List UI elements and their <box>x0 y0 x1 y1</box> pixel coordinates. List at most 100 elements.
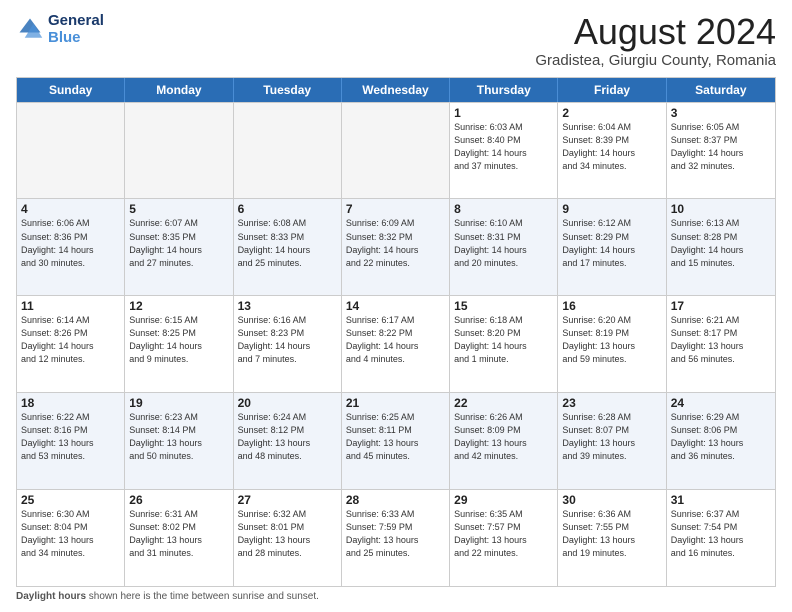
calendar-cell: 16Sunrise: 6:20 AM Sunset: 8:19 PM Dayli… <box>558 296 666 392</box>
day-number: 11 <box>21 299 120 313</box>
day-number: 28 <box>346 493 445 507</box>
logo-text: General Blue <box>48 12 104 47</box>
calendar-header-day: Sunday <box>17 78 125 102</box>
calendar-cell: 22Sunrise: 6:26 AM Sunset: 8:09 PM Dayli… <box>450 393 558 489</box>
day-info: Sunrise: 6:23 AM Sunset: 8:14 PM Dayligh… <box>129 411 228 463</box>
day-info: Sunrise: 6:14 AM Sunset: 8:26 PM Dayligh… <box>21 314 120 366</box>
day-info: Sunrise: 6:32 AM Sunset: 8:01 PM Dayligh… <box>238 508 337 560</box>
calendar-cell: 25Sunrise: 6:30 AM Sunset: 8:04 PM Dayli… <box>17 490 125 586</box>
calendar-cell: 27Sunrise: 6:32 AM Sunset: 8:01 PM Dayli… <box>234 490 342 586</box>
calendar-cell: 30Sunrise: 6:36 AM Sunset: 7:55 PM Dayli… <box>558 490 666 586</box>
day-info: Sunrise: 6:20 AM Sunset: 8:19 PM Dayligh… <box>562 314 661 366</box>
calendar-cell: 31Sunrise: 6:37 AM Sunset: 7:54 PM Dayli… <box>667 490 775 586</box>
day-number: 12 <box>129 299 228 313</box>
calendar-cell: 21Sunrise: 6:25 AM Sunset: 8:11 PM Dayli… <box>342 393 450 489</box>
day-info: Sunrise: 6:29 AM Sunset: 8:06 PM Dayligh… <box>671 411 771 463</box>
day-number: 3 <box>671 106 771 120</box>
day-number: 17 <box>671 299 771 313</box>
day-number: 27 <box>238 493 337 507</box>
day-number: 22 <box>454 396 553 410</box>
day-info: Sunrise: 6:24 AM Sunset: 8:12 PM Dayligh… <box>238 411 337 463</box>
day-info: Sunrise: 6:36 AM Sunset: 7:55 PM Dayligh… <box>562 508 661 560</box>
day-info: Sunrise: 6:05 AM Sunset: 8:37 PM Dayligh… <box>671 121 771 173</box>
day-number: 6 <box>238 202 337 216</box>
calendar-cell: 10Sunrise: 6:13 AM Sunset: 8:28 PM Dayli… <box>667 199 775 295</box>
day-number: 14 <box>346 299 445 313</box>
day-info: Sunrise: 6:31 AM Sunset: 8:02 PM Dayligh… <box>129 508 228 560</box>
day-number: 2 <box>562 106 661 120</box>
day-number: 1 <box>454 106 553 120</box>
calendar-cell: 8Sunrise: 6:10 AM Sunset: 8:31 PM Daylig… <box>450 199 558 295</box>
logo: General Blue <box>16 12 104 47</box>
day-info: Sunrise: 6:13 AM Sunset: 8:28 PM Dayligh… <box>671 217 771 269</box>
calendar: SundayMondayTuesdayWednesdayThursdayFrid… <box>16 77 776 587</box>
calendar-cell: 9Sunrise: 6:12 AM Sunset: 8:29 PM Daylig… <box>558 199 666 295</box>
calendar-cell: 24Sunrise: 6:29 AM Sunset: 8:06 PM Dayli… <box>667 393 775 489</box>
day-info: Sunrise: 6:22 AM Sunset: 8:16 PM Dayligh… <box>21 411 120 463</box>
day-info: Sunrise: 6:16 AM Sunset: 8:23 PM Dayligh… <box>238 314 337 366</box>
calendar-header-day: Wednesday <box>342 78 450 102</box>
day-number: 13 <box>238 299 337 313</box>
day-number: 31 <box>671 493 771 507</box>
calendar-week: 25Sunrise: 6:30 AM Sunset: 8:04 PM Dayli… <box>17 489 775 586</box>
calendar-week: 11Sunrise: 6:14 AM Sunset: 8:26 PM Dayli… <box>17 295 775 392</box>
calendar-header-day: Thursday <box>450 78 558 102</box>
day-info: Sunrise: 6:08 AM Sunset: 8:33 PM Dayligh… <box>238 217 337 269</box>
calendar-header-day: Saturday <box>667 78 775 102</box>
title-block: August 2024 Gradistea, Giurgiu County, R… <box>535 12 776 69</box>
day-info: Sunrise: 6:10 AM Sunset: 8:31 PM Dayligh… <box>454 217 553 269</box>
calendar-header-day: Monday <box>125 78 233 102</box>
day-info: Sunrise: 6:33 AM Sunset: 7:59 PM Dayligh… <box>346 508 445 560</box>
day-info: Sunrise: 6:06 AM Sunset: 8:36 PM Dayligh… <box>21 217 120 269</box>
day-number: 8 <box>454 202 553 216</box>
day-number: 10 <box>671 202 771 216</box>
day-number: 20 <box>238 396 337 410</box>
logo-icon <box>16 15 44 43</box>
day-info: Sunrise: 6:28 AM Sunset: 8:07 PM Dayligh… <box>562 411 661 463</box>
header: General Blue August 2024 Gradistea, Giur… <box>16 12 776 69</box>
day-info: Sunrise: 6:17 AM Sunset: 8:22 PM Dayligh… <box>346 314 445 366</box>
calendar-cell: 2Sunrise: 6:04 AM Sunset: 8:39 PM Daylig… <box>558 103 666 199</box>
logo-line2: Blue <box>48 29 104 46</box>
day-info: Sunrise: 6:30 AM Sunset: 8:04 PM Dayligh… <box>21 508 120 560</box>
day-number: 5 <box>129 202 228 216</box>
day-number: 21 <box>346 396 445 410</box>
day-info: Sunrise: 6:18 AM Sunset: 8:20 PM Dayligh… <box>454 314 553 366</box>
day-number: 4 <box>21 202 120 216</box>
calendar-cell: 23Sunrise: 6:28 AM Sunset: 8:07 PM Dayli… <box>558 393 666 489</box>
day-number: 25 <box>21 493 120 507</box>
calendar-cell: 12Sunrise: 6:15 AM Sunset: 8:25 PM Dayli… <box>125 296 233 392</box>
calendar-cell-empty <box>342 103 450 199</box>
footer-note: Daylight hours shown here is the time be… <box>16 591 776 602</box>
day-number: 16 <box>562 299 661 313</box>
day-info: Sunrise: 6:03 AM Sunset: 8:40 PM Dayligh… <box>454 121 553 173</box>
day-info: Sunrise: 6:26 AM Sunset: 8:09 PM Dayligh… <box>454 411 553 463</box>
day-info: Sunrise: 6:07 AM Sunset: 8:35 PM Dayligh… <box>129 217 228 269</box>
calendar-cell: 28Sunrise: 6:33 AM Sunset: 7:59 PM Dayli… <box>342 490 450 586</box>
day-number: 9 <box>562 202 661 216</box>
logo-line1: General <box>48 12 104 29</box>
day-number: 15 <box>454 299 553 313</box>
calendar-cell: 20Sunrise: 6:24 AM Sunset: 8:12 PM Dayli… <box>234 393 342 489</box>
day-info: Sunrise: 6:37 AM Sunset: 7:54 PM Dayligh… <box>671 508 771 560</box>
calendar-week: 4Sunrise: 6:06 AM Sunset: 8:36 PM Daylig… <box>17 198 775 295</box>
day-info: Sunrise: 6:04 AM Sunset: 8:39 PM Dayligh… <box>562 121 661 173</box>
day-info: Sunrise: 6:09 AM Sunset: 8:32 PM Dayligh… <box>346 217 445 269</box>
calendar-cell-empty <box>17 103 125 199</box>
calendar-week: 1Sunrise: 6:03 AM Sunset: 8:40 PM Daylig… <box>17 102 775 199</box>
calendar-cell: 17Sunrise: 6:21 AM Sunset: 8:17 PM Dayli… <box>667 296 775 392</box>
day-number: 30 <box>562 493 661 507</box>
day-info: Sunrise: 6:21 AM Sunset: 8:17 PM Dayligh… <box>671 314 771 366</box>
calendar-cell: 19Sunrise: 6:23 AM Sunset: 8:14 PM Dayli… <box>125 393 233 489</box>
calendar-cell-empty <box>125 103 233 199</box>
calendar-body: 1Sunrise: 6:03 AM Sunset: 8:40 PM Daylig… <box>17 102 775 586</box>
day-info: Sunrise: 6:12 AM Sunset: 8:29 PM Dayligh… <box>562 217 661 269</box>
calendar-cell: 13Sunrise: 6:16 AM Sunset: 8:23 PM Dayli… <box>234 296 342 392</box>
day-number: 18 <box>21 396 120 410</box>
calendar-cell: 6Sunrise: 6:08 AM Sunset: 8:33 PM Daylig… <box>234 199 342 295</box>
day-number: 23 <box>562 396 661 410</box>
calendar-cell: 11Sunrise: 6:14 AM Sunset: 8:26 PM Dayli… <box>17 296 125 392</box>
calendar-cell: 7Sunrise: 6:09 AM Sunset: 8:32 PM Daylig… <box>342 199 450 295</box>
page: General Blue August 2024 Gradistea, Giur… <box>0 0 792 612</box>
calendar-header: SundayMondayTuesdayWednesdayThursdayFrid… <box>17 78 775 102</box>
